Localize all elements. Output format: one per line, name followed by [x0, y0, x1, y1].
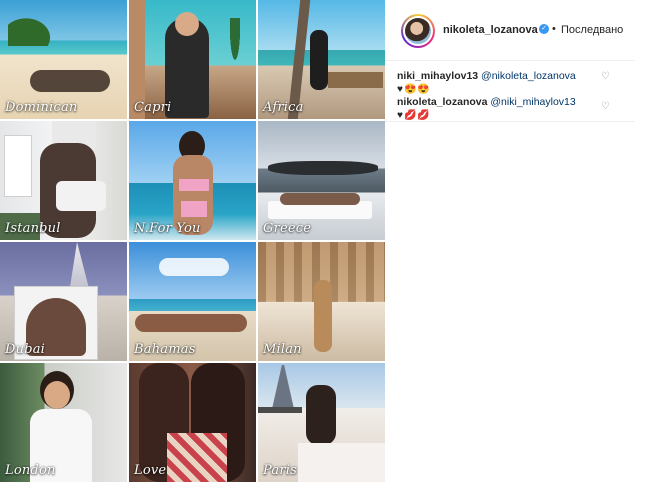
photo-tile-milan[interactable]: Milan	[258, 242, 385, 361]
eiffel-tower	[272, 365, 294, 409]
tile-caption: Greece	[263, 221, 312, 236]
photo-tile-capri[interactable]: Capri	[129, 0, 256, 119]
following-button[interactable]: Последвано	[561, 24, 623, 36]
pink-top	[179, 179, 209, 191]
photo-tile-istanbul[interactable]: Istanbul	[0, 121, 127, 240]
comment-emoji: ♥💋💋	[397, 110, 431, 121]
pink-bottom	[181, 201, 207, 217]
window	[4, 135, 32, 197]
verified-badge-icon: ✓	[539, 24, 549, 34]
tile-caption: N.For You	[134, 221, 201, 236]
username-link[interactable]: nikoleta_lozanova	[443, 24, 538, 36]
woman-coat	[314, 280, 332, 352]
bed-sheets	[298, 443, 385, 482]
woman-head	[175, 12, 199, 36]
tile-caption: Bahamas	[134, 342, 196, 357]
photo-tile-dominican[interactable]: Dominican	[0, 0, 127, 119]
photo-tile-greece[interactable]: Greece	[258, 121, 385, 240]
woman-figure	[135, 314, 247, 332]
comment-item: nikoleta_lozanova @niki_mihaylov13 ♥💋💋	[397, 95, 602, 121]
comment-mention[interactable]: @niki_mihaylov13	[490, 96, 575, 108]
woman-face	[44, 381, 70, 409]
photo-tile-bahamas[interactable]: Bahamas	[129, 242, 256, 361]
like-heart-icon[interactable]: ♡	[601, 102, 611, 112]
photo-tile-dubai[interactable]: Dubai	[0, 242, 127, 361]
photo-collage: Dominican Capri Africa Istanbul N.For Yo…	[0, 0, 385, 482]
tile-caption: Africa	[263, 100, 304, 115]
comment-username[interactable]: nikoleta_lozanova	[397, 96, 487, 108]
post-header: nikoleta_lozanova ✓ • Последвано	[385, 0, 635, 61]
woman-figure	[306, 385, 336, 445]
rocks	[268, 161, 378, 175]
tile-caption: Milan	[263, 342, 302, 357]
comment-item: niki_mihaylov13 @nikoleta_lozanova ♥😍😍	[397, 69, 602, 97]
tile-caption: Istanbul	[5, 221, 61, 236]
photo-tile-paris[interactable]: Paris	[258, 363, 385, 482]
deck-chair	[328, 72, 383, 88]
woman-figure	[280, 193, 360, 205]
photo-tile-love[interactable]: Love	[129, 363, 256, 482]
comment-username[interactable]: niki_mihaylov13	[397, 70, 478, 82]
photo-tile-for-you[interactable]: N.For You	[129, 121, 256, 240]
photo-tile-london[interactable]: London	[0, 363, 127, 482]
cloud	[159, 258, 229, 276]
palm-tree	[227, 18, 243, 78]
like-heart-icon[interactable]: ♡	[601, 72, 611, 82]
avatar-image	[405, 18, 431, 44]
separator-dot: •	[552, 23, 556, 35]
post-side-panel: nikoleta_lozanova ✓ • Последвано niki_mi…	[385, 0, 635, 480]
swimsuit	[56, 181, 106, 211]
palm-trees	[8, 4, 68, 46]
comments-list[interactable]: niki_mihaylov13 @nikoleta_lozanova ♥😍😍 ♡…	[385, 61, 635, 121]
tile-caption: London	[5, 463, 56, 478]
tile-caption: Paris	[263, 463, 297, 478]
balcony-rail	[258, 407, 302, 413]
photo-tile-africa[interactable]: Africa	[258, 0, 385, 119]
comment-mention[interactable]: @nikoleta_lozanova	[481, 70, 576, 82]
couple-figure	[30, 70, 110, 92]
tile-caption: Dominican	[5, 100, 78, 115]
tile-caption: Love	[134, 463, 167, 478]
avatar[interactable]	[401, 14, 435, 48]
woman-figure	[310, 30, 328, 90]
floral-dress	[167, 433, 227, 482]
tile-caption: Dubai	[5, 342, 46, 357]
tile-caption: Capri	[134, 100, 172, 115]
divider	[385, 121, 635, 122]
